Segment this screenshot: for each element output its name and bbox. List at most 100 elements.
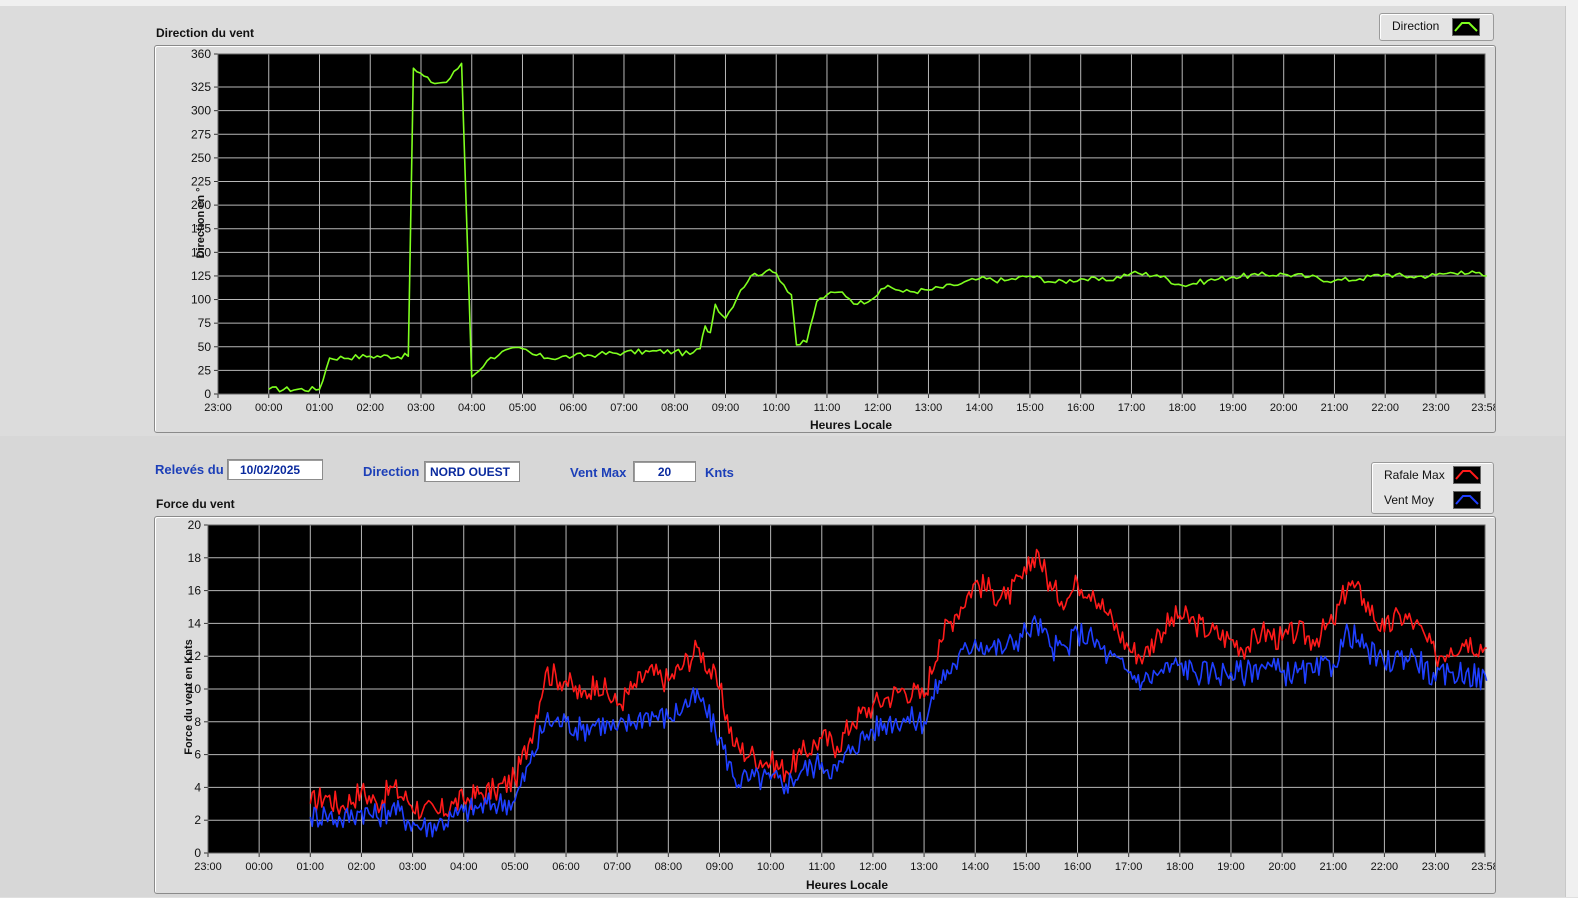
x-tick-label: 11:00 xyxy=(808,861,835,873)
x-tick-label: 15:00 xyxy=(1013,861,1041,873)
x-tick-label: 04:00 xyxy=(458,402,486,414)
direction-value-field[interactable]: NORD OUEST xyxy=(424,461,520,482)
x-tick-label: 20:00 xyxy=(1268,861,1296,873)
x-tick-label: 00:00 xyxy=(245,861,273,873)
x-tick-label: 13:00 xyxy=(910,861,938,873)
y-tick-label: 20 xyxy=(188,518,202,532)
legend-label-rafale: Rafale Max xyxy=(1384,468,1445,482)
ventmax-label: Vent Max xyxy=(570,465,627,480)
x-tick-label: 14:00 xyxy=(961,861,989,873)
x-tick-label: 00:00 xyxy=(255,402,283,414)
y-tick-label: 250 xyxy=(191,151,211,165)
legend-label-direction: Direction xyxy=(1392,19,1440,33)
releves-date-field[interactable]: 10/02/2025 xyxy=(227,459,323,480)
y-tick-label: 6 xyxy=(194,748,201,762)
x-tick-label: 22:00 xyxy=(1371,402,1399,414)
x-tick-label: 09:00 xyxy=(712,402,740,414)
x-tick-label: 13:00 xyxy=(915,402,943,414)
y-tick-label: 18 xyxy=(188,551,202,565)
window-right-edge xyxy=(1565,6,1578,897)
ventmax-value-field[interactable]: 20 xyxy=(633,461,696,482)
direction-label: Direction xyxy=(363,464,420,479)
x-tick-label: 23:00 xyxy=(204,402,232,414)
x-tick-label: 09:00 xyxy=(706,861,734,873)
force-chart-svg: Force du vent en Knts Heures Locale 23:0… xyxy=(183,518,1499,892)
y-tick-label: 2 xyxy=(194,813,201,827)
x-tick-label: 05:00 xyxy=(509,402,537,414)
x-tick-label: 10:00 xyxy=(762,402,790,414)
x-tick-label: 17:00 xyxy=(1115,861,1143,873)
direction-x-axis-label: Heures Locale xyxy=(810,418,892,432)
y-tick-label: 14 xyxy=(188,616,202,630)
x-tick-label: 18:00 xyxy=(1168,402,1196,414)
legend-item-moy[interactable]: Vent Moy xyxy=(1372,488,1493,512)
x-tick-label: 20:00 xyxy=(1270,402,1298,414)
x-tick-label: 07:00 xyxy=(603,861,631,873)
x-tick-label: 23:58 xyxy=(1471,861,1495,873)
line-swatch-icon xyxy=(1452,18,1480,36)
line-swatch-icon xyxy=(1453,491,1481,509)
y-tick-label: 25 xyxy=(198,363,212,377)
x-tick-label: 10:00 xyxy=(757,861,785,873)
x-tick-label: 02:00 xyxy=(356,402,384,414)
y-tick-label: 200 xyxy=(191,198,211,212)
x-tick-label: 19:00 xyxy=(1219,402,1247,414)
x-tick-label: 05:00 xyxy=(501,861,529,873)
y-tick-label: 100 xyxy=(191,293,211,307)
x-tick-label: 01:00 xyxy=(297,861,325,873)
y-tick-label: 8 xyxy=(194,715,201,729)
x-tick-label: 19:00 xyxy=(1217,861,1245,873)
x-tick-label: 08:00 xyxy=(661,402,689,414)
direction-chart-svg: Direction en ° Heures Locale 23:00 00:00 0… xyxy=(191,47,1499,432)
legend-label-moy: Vent Moy xyxy=(1384,493,1435,507)
releves-label: Relevés du xyxy=(155,462,224,477)
legend-item-rafale[interactable]: Rafale Max xyxy=(1372,463,1493,487)
force-legend: Rafale Max Vent Moy xyxy=(1371,462,1494,514)
x-tick-label: 16:00 xyxy=(1064,861,1092,873)
x-tick-label: 02:00 xyxy=(348,861,376,873)
x-tick-label: 16:00 xyxy=(1067,402,1095,414)
x-tick-label: 23:00 xyxy=(1422,861,1450,873)
x-tick-label: 23:00 xyxy=(194,861,222,873)
y-tick-label: 16 xyxy=(188,584,202,598)
line-swatch-icon xyxy=(1453,466,1481,484)
y-tick-label: 50 xyxy=(198,340,212,354)
direction-legend: Direction xyxy=(1379,13,1494,41)
x-tick-label: 23:00 xyxy=(1422,402,1450,414)
ventmax-unit: Knts xyxy=(705,465,734,480)
x-tick-label: 07:00 xyxy=(610,402,638,414)
y-tick-label: 10 xyxy=(188,682,202,696)
x-tick-label: 08:00 xyxy=(655,861,683,873)
force-graph-title: Force du vent xyxy=(156,497,235,511)
y-tick-label: 300 xyxy=(191,104,211,118)
y-tick-label: 125 xyxy=(191,269,211,283)
y-tick-label: 325 xyxy=(191,80,211,94)
y-tick-label: 360 xyxy=(191,47,211,61)
y-tick-label: 225 xyxy=(191,175,211,189)
x-tick-label: 22:00 xyxy=(1371,861,1399,873)
x-tick-label: 12:00 xyxy=(864,402,892,414)
x-tick-label: 14:00 xyxy=(965,402,993,414)
x-tick-label: 06:00 xyxy=(552,861,580,873)
x-tick-label: 01:00 xyxy=(306,402,334,414)
y-tick-label: 12 xyxy=(188,649,202,663)
force-graph: Force du vent en Knts Heures Locale 23:0… xyxy=(154,516,1499,894)
x-tick-label: 18:00 xyxy=(1166,861,1194,873)
x-tick-label: 17:00 xyxy=(1118,402,1146,414)
x-tick-label: 03:00 xyxy=(407,402,435,414)
x-tick-label: 03:00 xyxy=(399,861,427,873)
x-tick-label: 04:00 xyxy=(450,861,478,873)
x-tick-label: 23:58 xyxy=(1471,402,1495,414)
y-tick-label: 175 xyxy=(191,222,211,236)
x-tick-label: 11:00 xyxy=(814,402,841,414)
x-tick-label: 15:00 xyxy=(1016,402,1044,414)
y-tick-label: 0 xyxy=(204,387,211,401)
x-tick-label: 12:00 xyxy=(859,861,887,873)
x-tick-label: 06:00 xyxy=(559,402,587,414)
legend-item-direction[interactable]: Direction xyxy=(1380,14,1493,38)
direction-graph-title: Direction du vent xyxy=(156,26,255,40)
y-tick-label: 0 xyxy=(194,846,201,860)
y-tick-label: 75 xyxy=(198,316,212,330)
y-tick-label: 4 xyxy=(194,780,201,794)
direction-graph: Direction en ° Heures Locale 23:00 00:00 0… xyxy=(154,45,1499,433)
